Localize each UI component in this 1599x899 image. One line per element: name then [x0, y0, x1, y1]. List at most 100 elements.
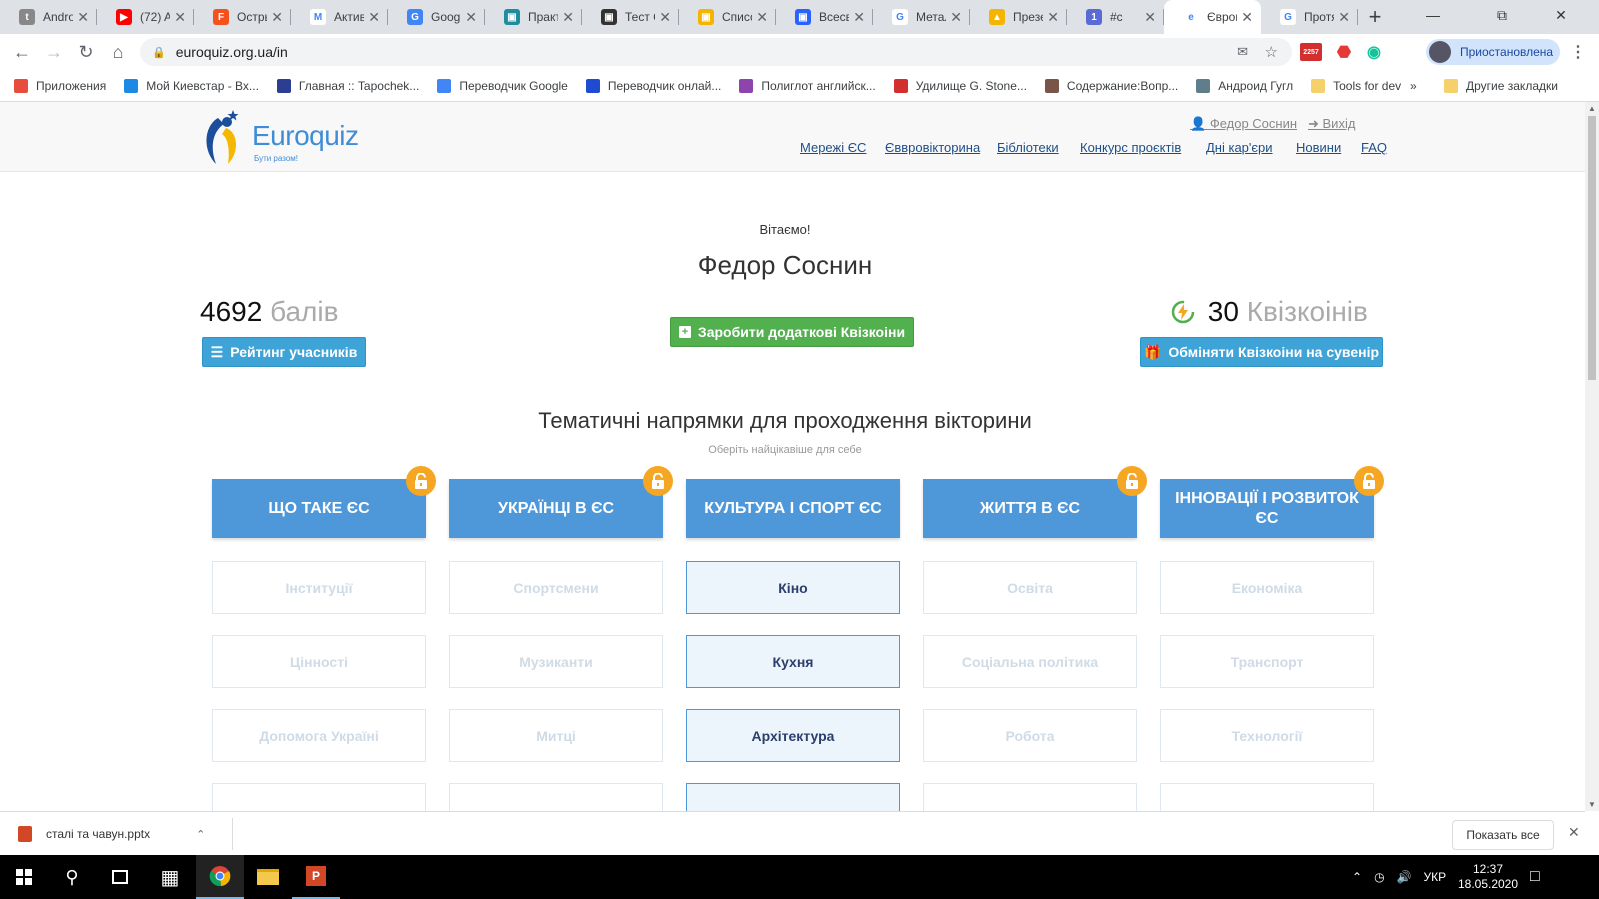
bookmark-item[interactable]: Мой Киевстар - Вх...: [124, 78, 259, 93]
topic-button-partial[interactable]: [1160, 783, 1374, 811]
nav-link[interactable]: FAQ: [1361, 140, 1387, 155]
page-scrollbar[interactable]: ▲ ▼: [1585, 102, 1599, 811]
nav-link[interactable]: Єввровікторина: [885, 140, 980, 155]
tab-close-icon[interactable]: ✕: [950, 9, 962, 26]
calculator-icon[interactable]: ▦: [146, 855, 194, 899]
tab-close-icon[interactable]: ✕: [756, 9, 768, 26]
bookmark-item[interactable]: Приложения: [14, 78, 106, 93]
nav-link[interactable]: Дні кар'єри: [1206, 140, 1273, 155]
nav-link[interactable]: Новини: [1296, 140, 1341, 155]
adblock-icon[interactable]: ⬣: [1332, 40, 1356, 64]
mail-extension-icon[interactable]: 2257: [1300, 43, 1322, 61]
tab-close-icon[interactable]: ✕: [1241, 9, 1253, 26]
topic-button[interactable]: Архітектура: [686, 709, 900, 762]
browser-tab[interactable]: ▣ Практ ✕: [485, 0, 582, 34]
task-view-icon[interactable]: [96, 855, 144, 899]
close-downloads-icon[interactable]: ✕: [1568, 824, 1580, 841]
other-bookmarks-folder[interactable]: Другие закладки: [1444, 78, 1558, 93]
topic-button-partial[interactable]: [212, 783, 426, 811]
scroll-down-icon[interactable]: ▼: [1588, 800, 1596, 809]
topic-button[interactable]: Технології: [1160, 709, 1374, 762]
bookmark-item[interactable]: Удилище G. Stone...: [893, 78, 1027, 93]
minimize-icon[interactable]: —: [1410, 0, 1456, 30]
earn-coins-button[interactable]: + Заробити додаткові Квізкоіни: [670, 317, 914, 347]
profile-button[interactable]: Приостановлена: [1426, 39, 1560, 65]
new-tab-button[interactable]: +: [1358, 0, 1392, 34]
tab-close-icon[interactable]: ✕: [1144, 9, 1156, 26]
more-bookmarks-icon[interactable]: »: [1410, 79, 1417, 93]
browser-tab[interactable]: ▲ Презе ✕: [970, 0, 1067, 34]
user-profile-link[interactable]: 👤 Федор Соснин: [1190, 116, 1297, 132]
powerpoint-taskbar-icon[interactable]: P: [292, 855, 340, 899]
bookmark-item[interactable]: Переводчик Google: [437, 78, 568, 93]
browser-tab[interactable]: e Єврові ✕: [1164, 0, 1261, 34]
browser-menu-icon[interactable]: ⋮: [1566, 40, 1590, 64]
volume-icon[interactable]: 🔊: [1397, 870, 1412, 884]
language-indicator[interactable]: УКР: [1424, 870, 1447, 884]
browser-tab[interactable]: G Googl ✕: [388, 0, 485, 34]
tab-close-icon[interactable]: ✕: [1338, 9, 1350, 26]
tab-close-icon[interactable]: ✕: [853, 9, 865, 26]
bookmark-item[interactable]: Tools for dev: [1311, 78, 1401, 93]
download-item[interactable]: сталі та чавун.pptx ⌃: [18, 820, 205, 848]
logout-link[interactable]: ➜ Вихід: [1308, 116, 1355, 132]
home-icon[interactable]: ⌂: [102, 36, 134, 68]
site-logo[interactable]: Euroquiz Бути разом!: [200, 108, 359, 168]
back-icon[interactable]: ←: [6, 36, 38, 68]
topic-button[interactable]: Робота: [923, 709, 1137, 762]
forward-icon[interactable]: →: [38, 36, 70, 68]
topic-button[interactable]: Транспорт: [1160, 635, 1374, 688]
topic-button[interactable]: Цінності: [212, 635, 426, 688]
browser-tab[interactable]: F Остры ✕: [194, 0, 291, 34]
bookmark-item[interactable]: Полиглот английск...: [739, 78, 876, 93]
bookmark-item[interactable]: Андроид Гугл: [1196, 78, 1293, 93]
exchange-coins-button[interactable]: 🎁 Обміняти Квізкоіни на сувенір: [1140, 337, 1383, 367]
file-explorer-icon[interactable]: [244, 855, 292, 899]
bookmark-item[interactable]: Главная :: Tapochek...: [276, 78, 419, 93]
browser-tab[interactable]: ▣ Всесв ✕: [776, 0, 873, 34]
topic-button[interactable]: Кухня: [686, 635, 900, 688]
chrome-taskbar-icon[interactable]: [196, 855, 244, 899]
translate-icon[interactable]: ✉: [1237, 44, 1248, 60]
topic-button[interactable]: Освіта: [923, 561, 1137, 614]
browser-tab[interactable]: t Andro ✕: [0, 0, 97, 34]
chevron-up-icon[interactable]: ⌃: [196, 828, 205, 841]
nav-link[interactable]: Мережі ЄС: [800, 140, 866, 155]
browser-tab[interactable]: ▣ Списо ✕: [679, 0, 776, 34]
show-all-downloads-button[interactable]: Показать все: [1452, 820, 1554, 850]
tab-close-icon[interactable]: ✕: [174, 9, 186, 26]
topic-button[interactable]: Економіка: [1160, 561, 1374, 614]
topic-button[interactable]: Кіно: [686, 561, 900, 614]
tab-close-icon[interactable]: ✕: [659, 9, 671, 26]
topic-button[interactable]: Музиканти: [449, 635, 663, 688]
browser-tab[interactable]: G Метал ✕: [873, 0, 970, 34]
browser-tab[interactable]: ▣ Тест С ✕: [582, 0, 679, 34]
reload-icon[interactable]: ↻: [70, 36, 102, 68]
wifi-icon[interactable]: ◷: [1374, 870, 1384, 884]
category-card[interactable]: КУЛЬТУРА І СПОРТ ЄС: [686, 479, 900, 538]
topic-button[interactable]: Соціальна політика: [923, 635, 1137, 688]
category-card[interactable]: ІННОВАЦІЇ І РОЗВИТОК ЄС: [1160, 479, 1374, 538]
bookmark-item[interactable]: Переводчик онлай...: [585, 78, 721, 93]
topic-button[interactable]: Митці: [449, 709, 663, 762]
category-card[interactable]: ЩО ТАКЕ ЄС: [212, 479, 426, 538]
nav-link[interactable]: Бібліотеки: [997, 140, 1059, 155]
category-card[interactable]: УКРАЇНЦІ В ЄС: [449, 479, 663, 538]
topic-button[interactable]: Інституції: [212, 561, 426, 614]
browser-tab[interactable]: M Актив ✕: [291, 0, 388, 34]
topic-button-partial[interactable]: [923, 783, 1137, 811]
tab-close-icon[interactable]: ✕: [77, 9, 89, 26]
star-icon[interactable]: ☆: [1265, 43, 1278, 61]
tab-close-icon[interactable]: ✕: [562, 9, 574, 26]
topic-button[interactable]: Допомога Україні: [212, 709, 426, 762]
category-card[interactable]: ЖИТТЯ В ЄС: [923, 479, 1137, 538]
tray-chevron-icon[interactable]: ⌃: [1352, 870, 1362, 884]
scrollbar-thumb[interactable]: [1588, 116, 1596, 380]
browser-tab[interactable]: ▶ (72) Al✕: [97, 0, 194, 34]
restore-icon[interactable]: ⧉: [1479, 0, 1525, 30]
clock[interactable]: 12:37 18.05.2020: [1458, 855, 1518, 899]
topic-button-partial[interactable]: [686, 783, 900, 811]
windows-start-icon[interactable]: [0, 855, 48, 899]
close-window-icon[interactable]: ✕: [1538, 0, 1584, 30]
address-bar[interactable]: 🔒 euroquiz.org.ua/in ✉ ☆: [140, 38, 1292, 66]
